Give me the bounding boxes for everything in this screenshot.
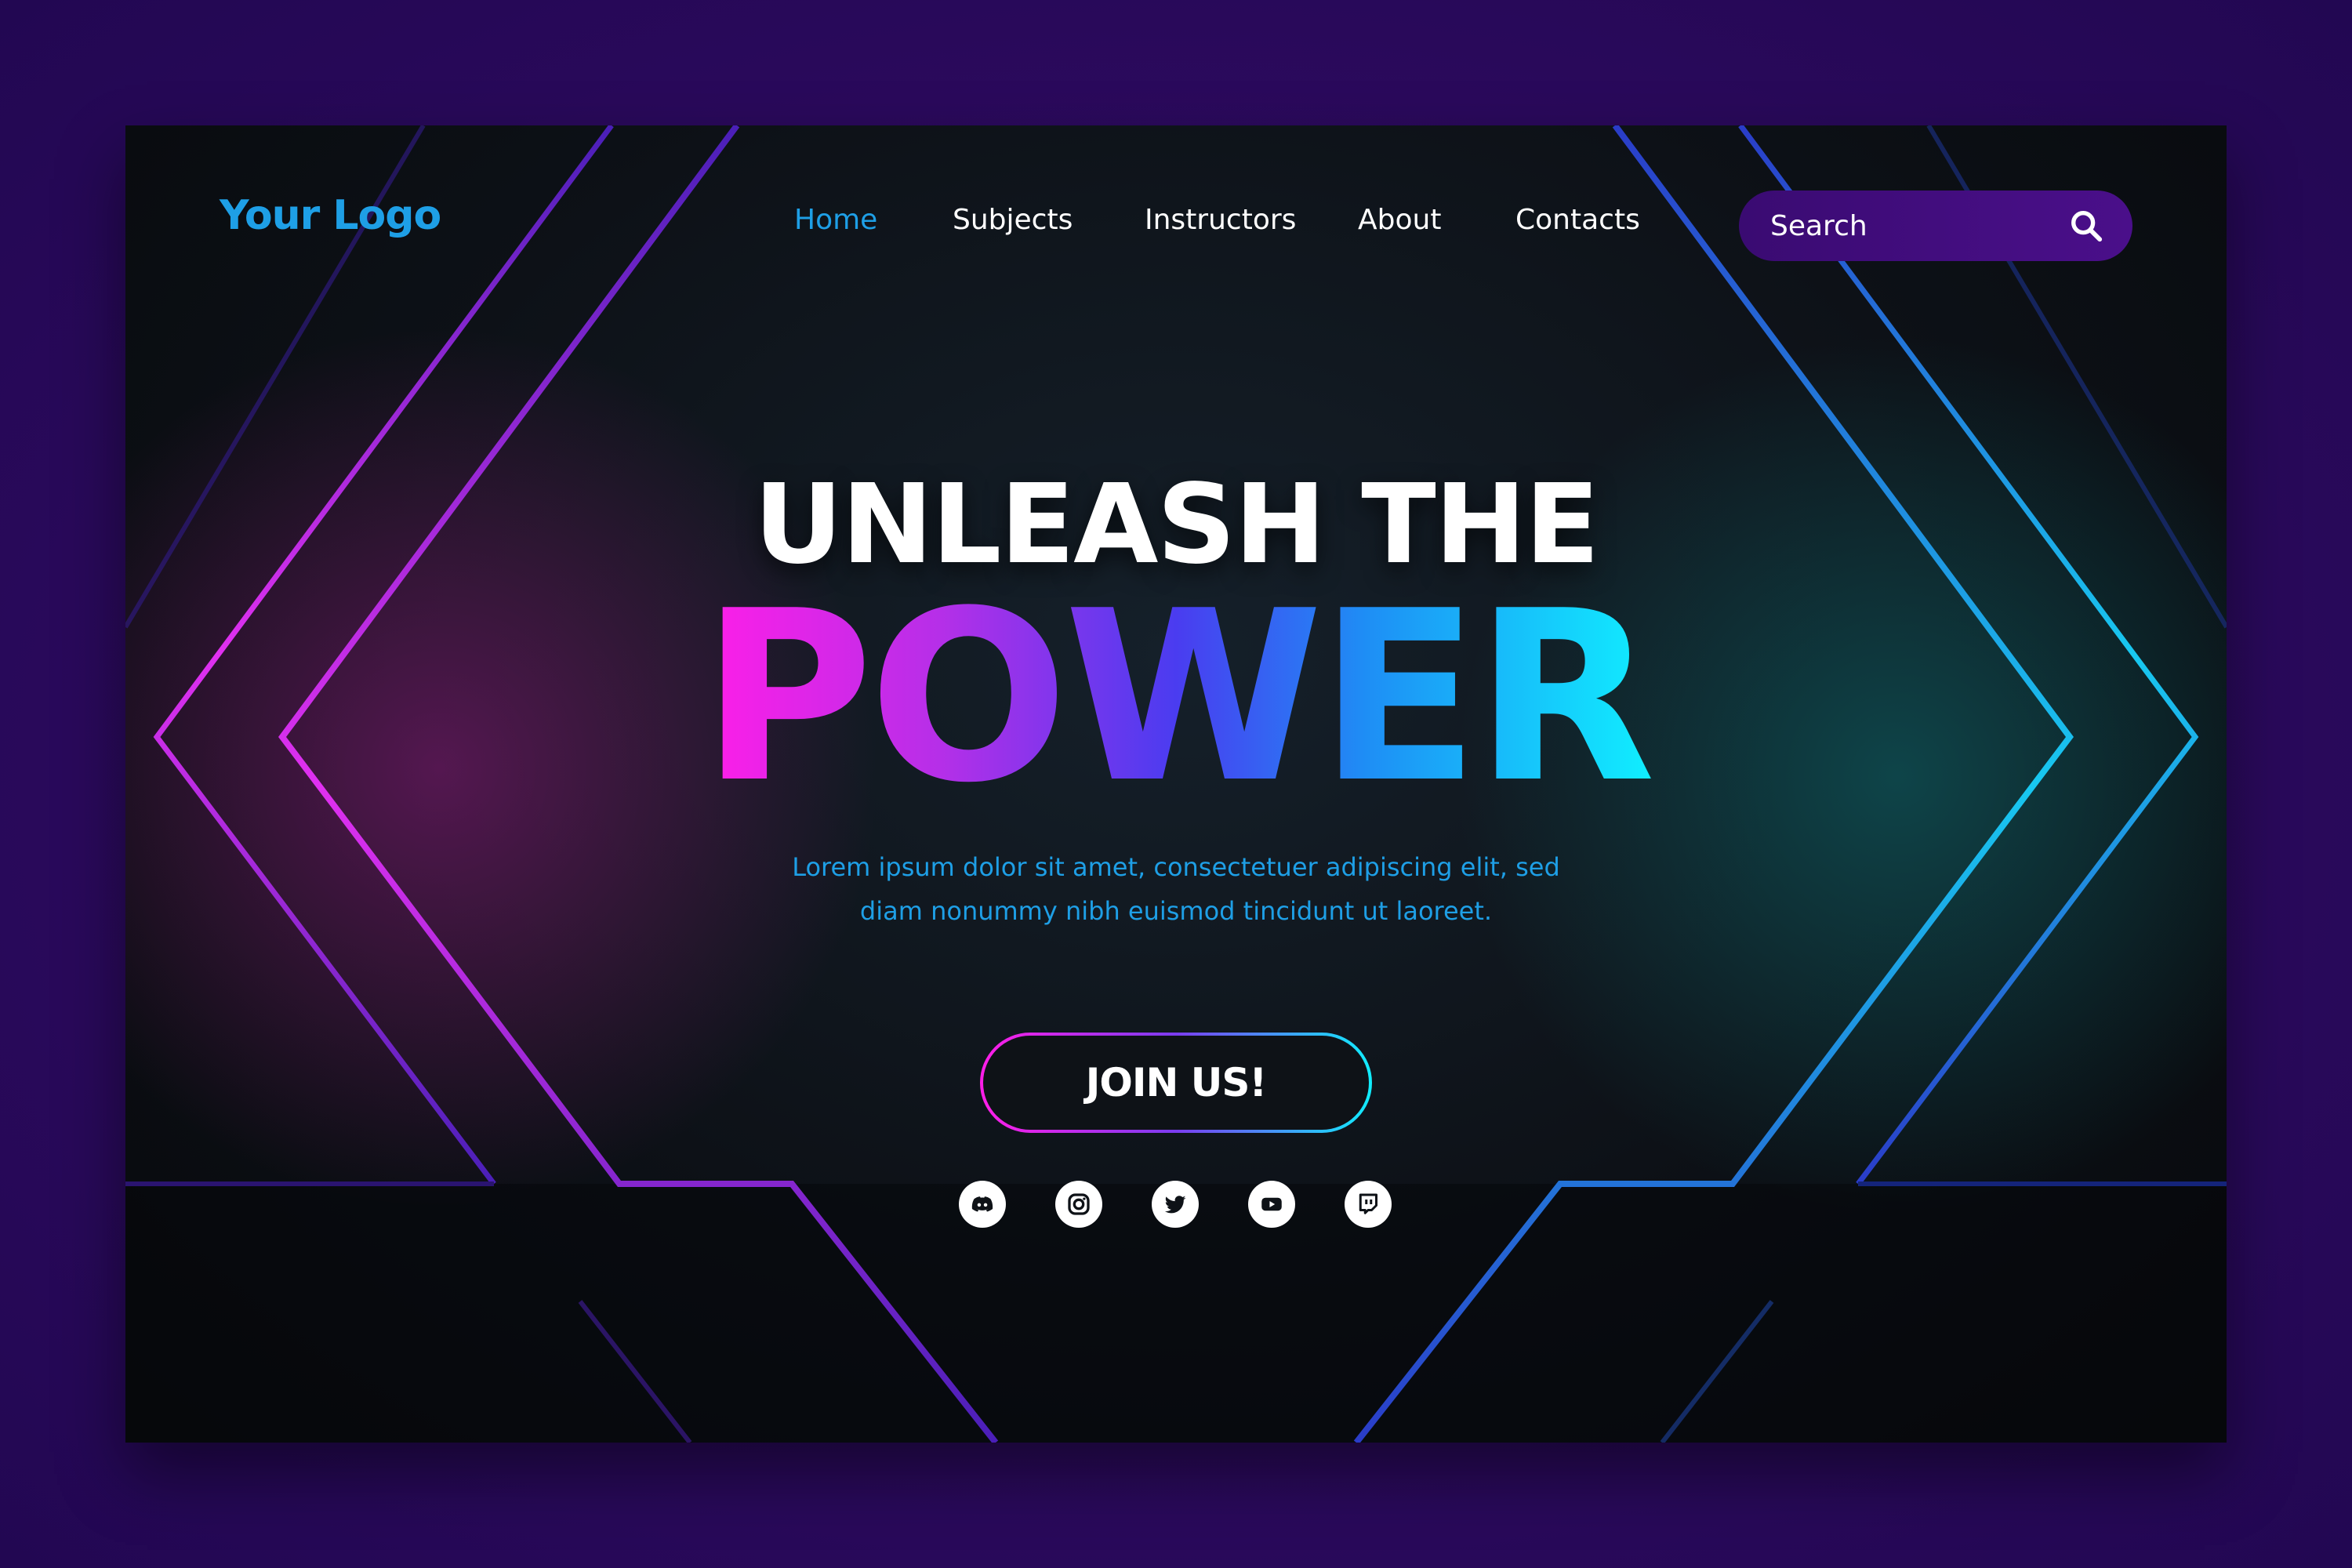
discord-glyph	[971, 1196, 993, 1212]
twitch-icon[interactable]	[1345, 1181, 1392, 1228]
nav-item-home[interactable]: Home	[794, 204, 877, 236]
search-input[interactable]	[1739, 191, 2053, 261]
hero-subtitle-line-1: Lorem ipsum dolor sit amet, consectetuer…	[792, 852, 1560, 882]
twitch-glyph	[1359, 1193, 1377, 1214]
nav-item-about[interactable]: About	[1358, 204, 1441, 236]
twitter-glyph	[1164, 1196, 1186, 1214]
youtube-glyph	[1261, 1197, 1282, 1211]
instagram-icon[interactable]	[1055, 1181, 1102, 1228]
nav-item-instructors[interactable]: Instructors	[1145, 204, 1296, 236]
hero-subtitle: Lorem ipsum dolor sit amet, consectetuer…	[784, 845, 1568, 933]
hero-headline-main: POWER	[125, 580, 2227, 815]
search-bar	[1739, 191, 2132, 261]
search-icon[interactable]	[2068, 208, 2104, 244]
youtube-icon[interactable]	[1248, 1181, 1295, 1228]
landing-page-panel: Your Logo Home Subjects Instructors Abou…	[125, 125, 2227, 1443]
hero-headline-gradient-text: POWER	[701, 561, 1656, 834]
nav-item-subjects[interactable]: Subjects	[953, 204, 1073, 236]
hero-subtitle-line-2: diam nonummy nibh euismod tincidunt ut l…	[859, 896, 1493, 926]
discord-icon[interactable]	[959, 1181, 1006, 1228]
join-us-button[interactable]: JOIN US!	[980, 1033, 1372, 1133]
instagram-glyph	[1068, 1193, 1090, 1215]
join-us-label: JOIN US!	[983, 1036, 1369, 1130]
twitter-icon[interactable]	[1152, 1181, 1199, 1228]
nav-item-contacts[interactable]: Contacts	[1515, 204, 1640, 236]
